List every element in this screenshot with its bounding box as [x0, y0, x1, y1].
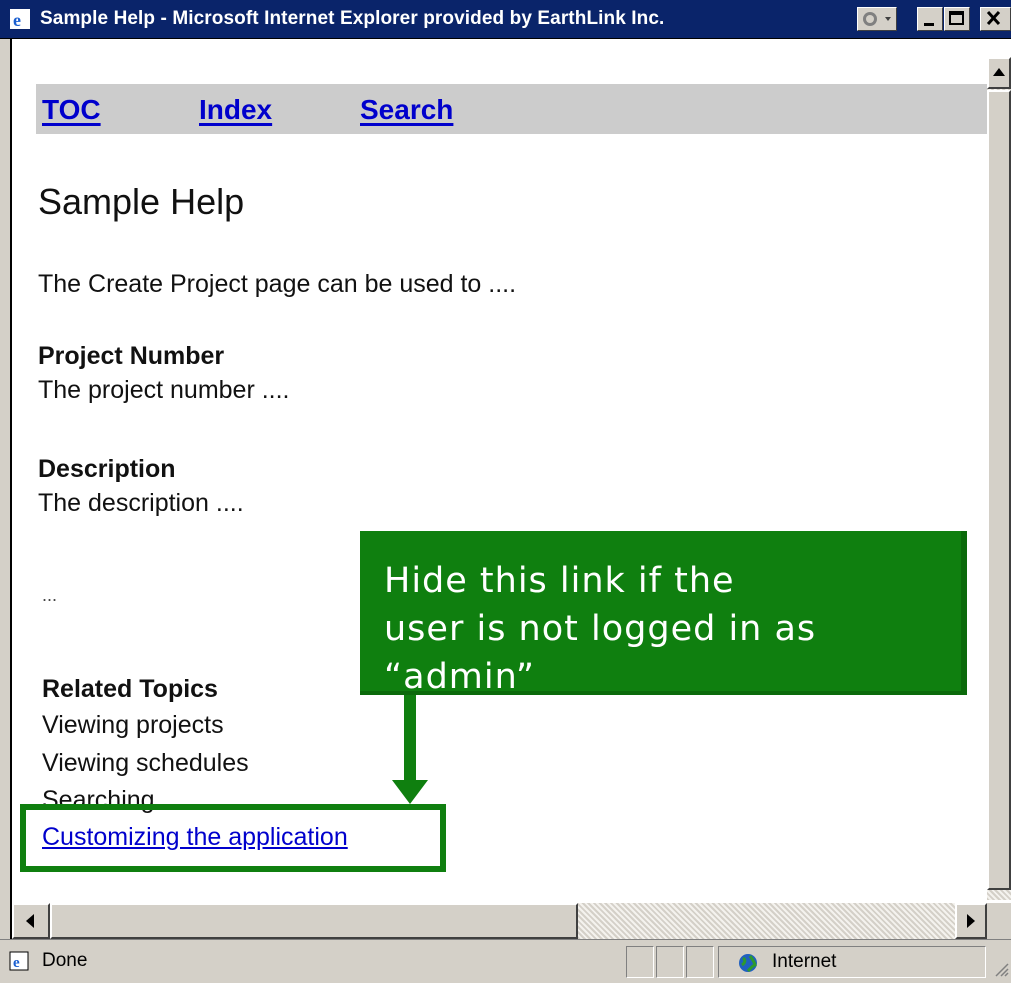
- maximize-icon: [949, 11, 964, 25]
- scroll-up-icon: [993, 68, 1005, 76]
- nav-index-link[interactable]: Index: [199, 94, 272, 126]
- nav-toc-link[interactable]: TOC: [42, 94, 101, 126]
- ie-logo-icon: e: [10, 9, 30, 29]
- window-title: Sample Help - Microsoft Internet Explore…: [40, 8, 665, 29]
- callout-arrow-shaft: [404, 695, 416, 783]
- horizontal-scroll-thumb[interactable]: [50, 903, 578, 939]
- help-nav-bar: TOC Index Search: [36, 84, 987, 134]
- close-button[interactable]: [980, 7, 1011, 31]
- callout-line: Hide this link if the: [384, 561, 735, 601]
- status-bar: e Done Internet: [0, 939, 1011, 983]
- vertical-scroll-thumb[interactable]: [987, 90, 1011, 890]
- window-frame-left: [0, 39, 12, 939]
- scroll-left-button[interactable]: [12, 903, 50, 939]
- close-icon: [986, 10, 1001, 26]
- field-body-project-number: The project number ....: [38, 376, 290, 404]
- status-pane: [656, 946, 684, 978]
- field-body-description: The description ....: [38, 489, 244, 517]
- ie-page-icon: e: [9, 951, 29, 971]
- ellipsis-text: ...: [42, 585, 58, 605]
- callout-arrow-head: [392, 780, 428, 804]
- status-text: Done: [42, 950, 88, 971]
- scroll-right-icon: [967, 914, 975, 928]
- nav-search-link[interactable]: Search: [360, 94, 453, 126]
- throbber-icon: [863, 12, 891, 26]
- minimize-icon: [924, 23, 934, 26]
- title-bar: e Sample Help - Microsoft Internet Explo…: [0, 0, 1011, 39]
- related-topics-heading: Related Topics: [42, 675, 218, 703]
- throbber-button[interactable]: [857, 7, 897, 31]
- scrollbar-corner: [987, 903, 1011, 939]
- svg-text:e: e: [13, 955, 20, 971]
- intro-text: The Create Project page can be used to .…: [38, 270, 517, 298]
- resize-grip-icon[interactable]: [990, 958, 1010, 980]
- field-heading-project-number: Project Number: [38, 342, 225, 370]
- status-pane: [686, 946, 714, 978]
- page-content: TOC Index Search Sample Help The Create …: [12, 39, 987, 901]
- annotation-callout: Hide this link if the user is not logged…: [360, 531, 967, 697]
- callout-line: “admin”: [384, 657, 536, 697]
- svg-text:e: e: [13, 10, 21, 29]
- scroll-left-icon: [26, 914, 34, 928]
- zone-text: Internet: [772, 951, 837, 972]
- status-pane: [626, 946, 654, 978]
- page-title: Sample Help: [38, 181, 245, 222]
- scroll-up-button[interactable]: [987, 57, 1011, 89]
- maximize-button[interactable]: [944, 7, 970, 31]
- related-topic-item: Viewing schedules: [42, 749, 249, 777]
- field-heading-description: Description: [38, 455, 176, 483]
- related-topic-item: Viewing projects: [42, 711, 224, 739]
- scroll-right-button[interactable]: [955, 903, 987, 939]
- globe-icon: [739, 954, 757, 973]
- callout-line: user is not logged in as: [384, 609, 817, 649]
- minimize-button[interactable]: [917, 7, 943, 31]
- link-highlight-box: [20, 804, 446, 872]
